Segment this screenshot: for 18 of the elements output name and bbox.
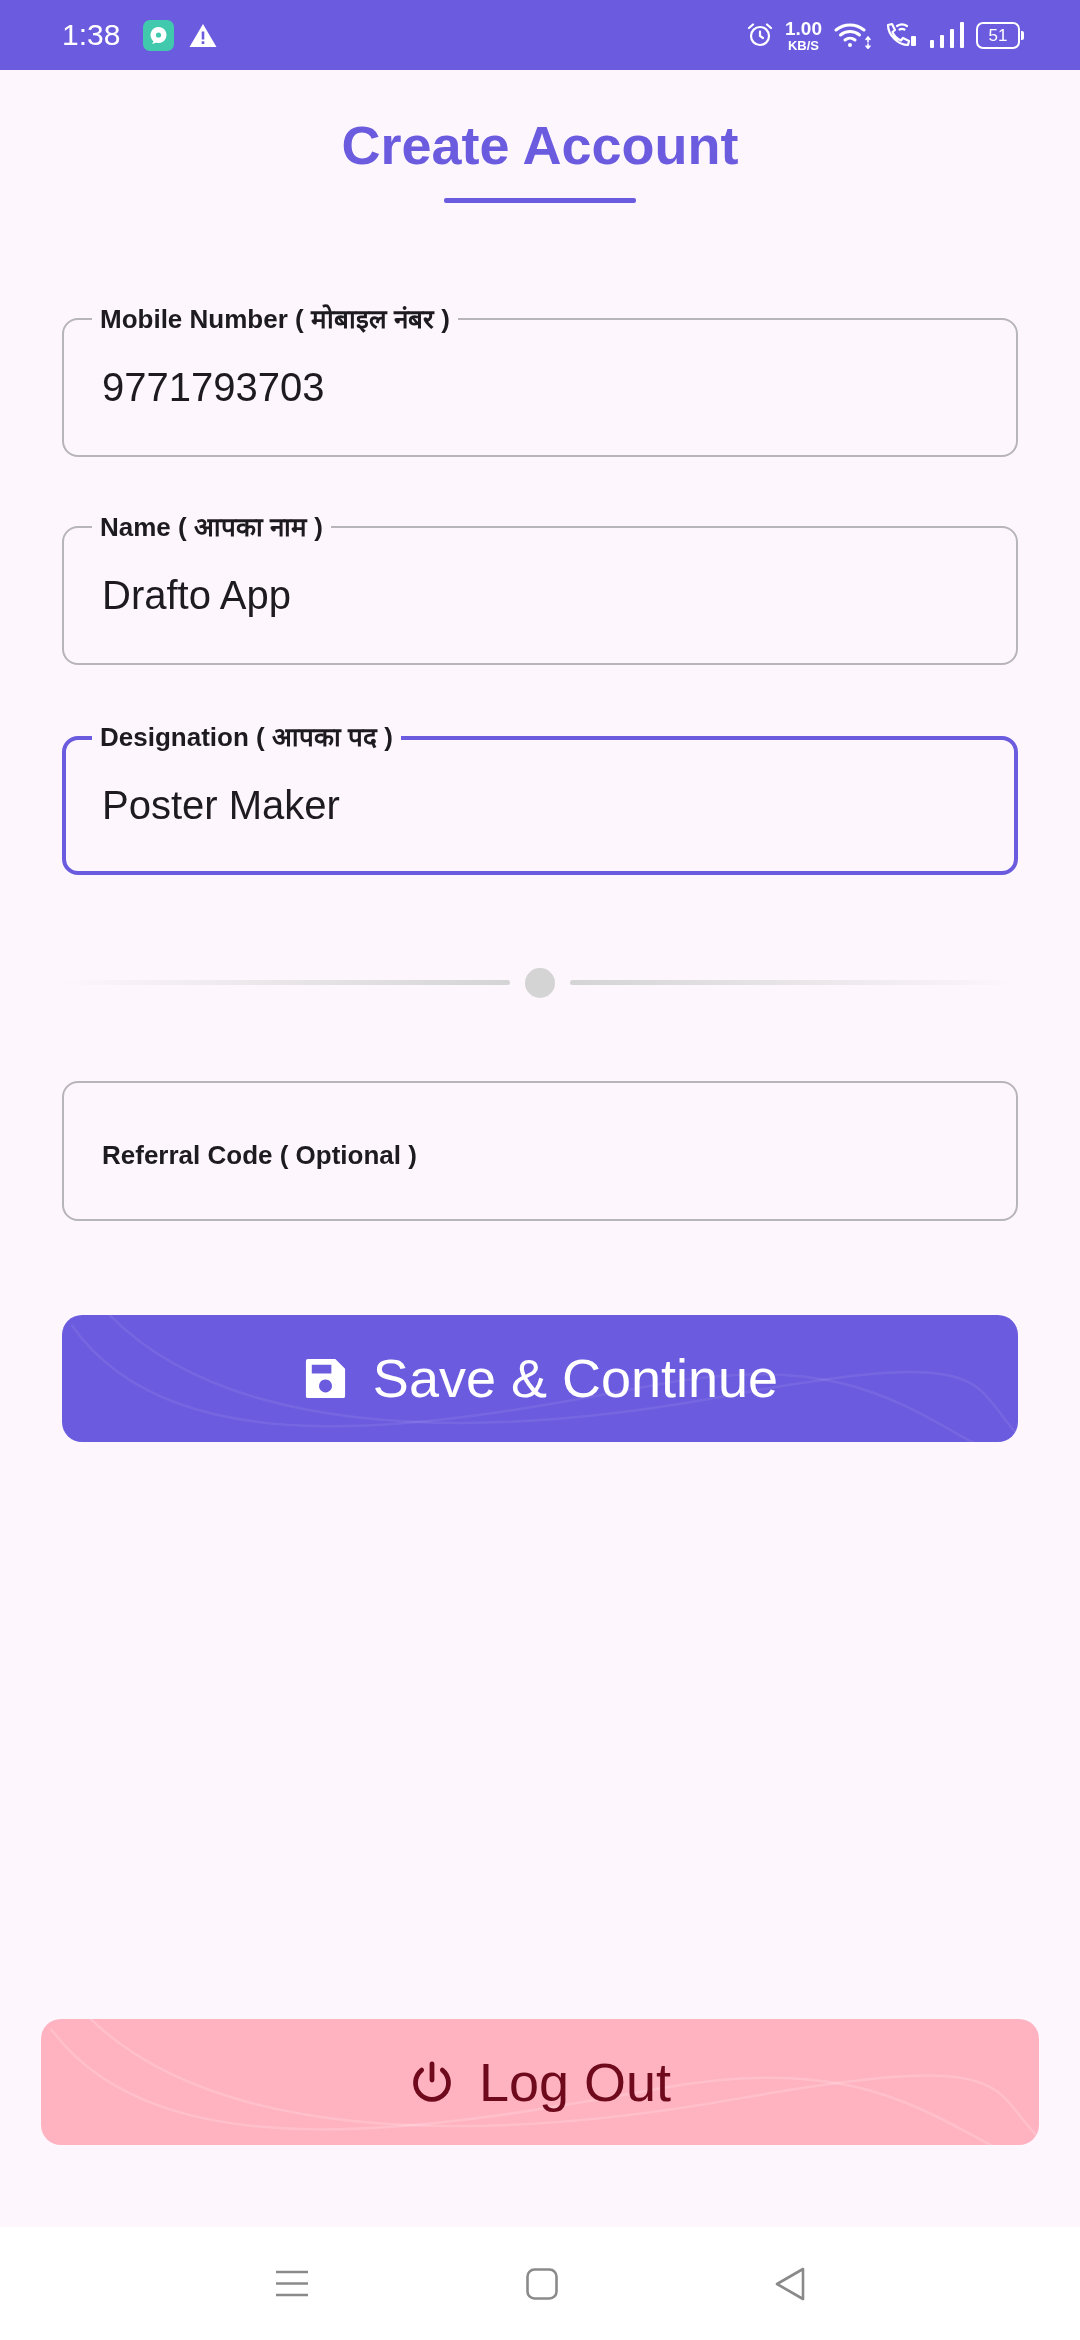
home-icon[interactable]: [526, 2267, 558, 2300]
warning-icon: [189, 22, 218, 48]
menu-icon[interactable]: [275, 2270, 309, 2297]
app-notification-icon: [143, 19, 175, 51]
save-button[interactable]: Save & Continue: [62, 1314, 1018, 1442]
status-time: 1:38: [62, 20, 121, 50]
logout-button[interactable]: Log Out: [41, 2019, 1039, 2145]
network-speed-unit: KB/S: [787, 38, 820, 52]
phone-wifi-icon: [884, 21, 918, 49]
network-speed: 1.00: [785, 18, 822, 38]
alarm-clock-icon: [747, 22, 773, 48]
wifi-icon: [834, 21, 872, 49]
text-field[interactable]: Referral Code ( Optional ): [62, 1080, 1018, 1221]
page-title: Create Account: [341, 114, 739, 177]
back-icon[interactable]: [775, 2266, 805, 2301]
field-label: Mobile Number ( मोबाइल नंबर ): [92, 304, 458, 333]
divider-dot-icon: [525, 967, 555, 998]
signal-icon: [930, 22, 964, 48]
